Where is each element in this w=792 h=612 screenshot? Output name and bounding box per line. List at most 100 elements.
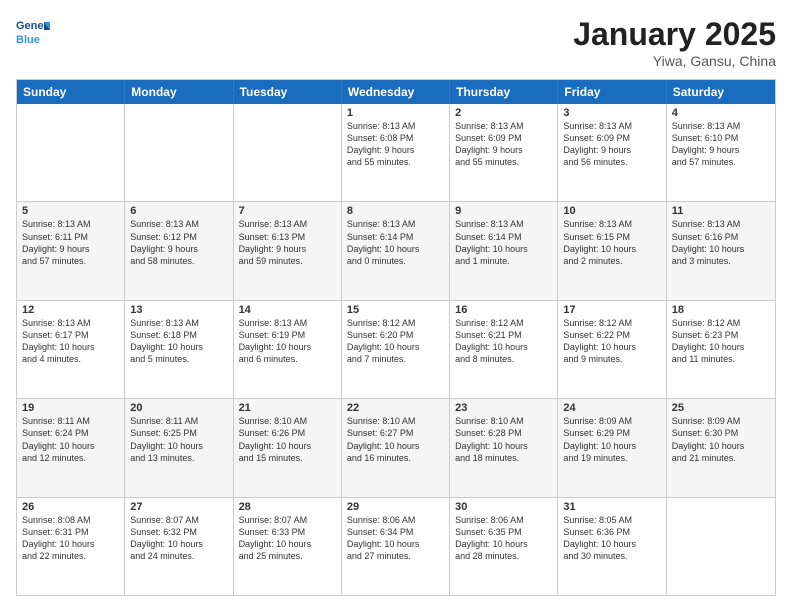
table-row: [125, 104, 233, 201]
table-row: 14Sunrise: 8:13 AM Sunset: 6:19 PM Dayli…: [234, 301, 342, 398]
location: Yiwa, Gansu, China: [573, 53, 776, 69]
day-info: Sunrise: 8:13 AM Sunset: 6:19 PM Dayligh…: [239, 317, 336, 366]
day-info: Sunrise: 8:11 AM Sunset: 6:25 PM Dayligh…: [130, 415, 227, 464]
day-number: 30: [455, 501, 552, 513]
table-row: [234, 104, 342, 201]
day-info: Sunrise: 8:13 AM Sunset: 6:13 PM Dayligh…: [239, 218, 336, 267]
table-row: 20Sunrise: 8:11 AM Sunset: 6:25 PM Dayli…: [125, 399, 233, 496]
day-number: 4: [672, 107, 770, 119]
cal-row-3: 19Sunrise: 8:11 AM Sunset: 6:24 PM Dayli…: [17, 398, 775, 496]
day-info: Sunrise: 8:13 AM Sunset: 6:17 PM Dayligh…: [22, 317, 119, 366]
day-info: Sunrise: 8:12 AM Sunset: 6:20 PM Dayligh…: [347, 317, 444, 366]
day-number: 9: [455, 205, 552, 217]
day-info: Sunrise: 8:13 AM Sunset: 6:14 PM Dayligh…: [455, 218, 552, 267]
day-info: Sunrise: 8:09 AM Sunset: 6:30 PM Dayligh…: [672, 415, 770, 464]
day-number: 3: [563, 107, 660, 119]
day-number: 29: [347, 501, 444, 513]
table-row: 3Sunrise: 8:13 AM Sunset: 6:09 PM Daylig…: [558, 104, 666, 201]
day-info: Sunrise: 8:13 AM Sunset: 6:11 PM Dayligh…: [22, 218, 119, 267]
table-row: 28Sunrise: 8:07 AM Sunset: 6:33 PM Dayli…: [234, 498, 342, 595]
day-info: Sunrise: 8:13 AM Sunset: 6:15 PM Dayligh…: [563, 218, 660, 267]
table-row: 7Sunrise: 8:13 AM Sunset: 6:13 PM Daylig…: [234, 202, 342, 299]
header-monday: Monday: [125, 80, 233, 104]
day-info: Sunrise: 8:13 AM Sunset: 6:16 PM Dayligh…: [672, 218, 770, 267]
day-number: 17: [563, 304, 660, 316]
table-row: 2Sunrise: 8:13 AM Sunset: 6:09 PM Daylig…: [450, 104, 558, 201]
table-row: 22Sunrise: 8:10 AM Sunset: 6:27 PM Dayli…: [342, 399, 450, 496]
day-info: Sunrise: 8:13 AM Sunset: 6:10 PM Dayligh…: [672, 120, 770, 169]
day-number: 26: [22, 501, 119, 513]
logo: General Blue: [16, 16, 50, 50]
day-number: 16: [455, 304, 552, 316]
table-row: 27Sunrise: 8:07 AM Sunset: 6:32 PM Dayli…: [125, 498, 233, 595]
day-number: 8: [347, 205, 444, 217]
day-number: 11: [672, 205, 770, 217]
table-row: 26Sunrise: 8:08 AM Sunset: 6:31 PM Dayli…: [17, 498, 125, 595]
table-row: 13Sunrise: 8:13 AM Sunset: 6:18 PM Dayli…: [125, 301, 233, 398]
day-info: Sunrise: 8:09 AM Sunset: 6:29 PM Dayligh…: [563, 415, 660, 464]
day-number: 25: [672, 402, 770, 414]
day-info: Sunrise: 8:10 AM Sunset: 6:27 PM Dayligh…: [347, 415, 444, 464]
day-info: Sunrise: 8:07 AM Sunset: 6:32 PM Dayligh…: [130, 514, 227, 563]
table-row: 8Sunrise: 8:13 AM Sunset: 6:14 PM Daylig…: [342, 202, 450, 299]
day-info: Sunrise: 8:06 AM Sunset: 6:34 PM Dayligh…: [347, 514, 444, 563]
table-row: 30Sunrise: 8:06 AM Sunset: 6:35 PM Dayli…: [450, 498, 558, 595]
day-number: 6: [130, 205, 227, 217]
table-row: 5Sunrise: 8:13 AM Sunset: 6:11 PM Daylig…: [17, 202, 125, 299]
day-number: 28: [239, 501, 336, 513]
day-number: 10: [563, 205, 660, 217]
table-row: 17Sunrise: 8:12 AM Sunset: 6:22 PM Dayli…: [558, 301, 666, 398]
day-number: 31: [563, 501, 660, 513]
table-row: 24Sunrise: 8:09 AM Sunset: 6:29 PM Dayli…: [558, 399, 666, 496]
day-info: Sunrise: 8:13 AM Sunset: 6:08 PM Dayligh…: [347, 120, 444, 169]
day-info: Sunrise: 8:05 AM Sunset: 6:36 PM Dayligh…: [563, 514, 660, 563]
day-info: Sunrise: 8:12 AM Sunset: 6:21 PM Dayligh…: [455, 317, 552, 366]
day-number: 2: [455, 107, 552, 119]
calendar: Sunday Monday Tuesday Wednesday Thursday…: [16, 79, 776, 596]
month-title: January 2025: [573, 16, 776, 53]
table-row: 25Sunrise: 8:09 AM Sunset: 6:30 PM Dayli…: [667, 399, 775, 496]
day-info: Sunrise: 8:11 AM Sunset: 6:24 PM Dayligh…: [22, 415, 119, 464]
cal-row-1: 5Sunrise: 8:13 AM Sunset: 6:11 PM Daylig…: [17, 201, 775, 299]
day-info: Sunrise: 8:10 AM Sunset: 6:28 PM Dayligh…: [455, 415, 552, 464]
table-row: 6Sunrise: 8:13 AM Sunset: 6:12 PM Daylig…: [125, 202, 233, 299]
day-info: Sunrise: 8:13 AM Sunset: 6:18 PM Dayligh…: [130, 317, 227, 366]
header-thursday: Thursday: [450, 80, 558, 104]
page: General Blue January 2025 Yiwa, Gansu, C…: [0, 0, 792, 612]
table-row: 29Sunrise: 8:06 AM Sunset: 6:34 PM Dayli…: [342, 498, 450, 595]
cal-row-4: 26Sunrise: 8:08 AM Sunset: 6:31 PM Dayli…: [17, 497, 775, 595]
header-friday: Friday: [558, 80, 666, 104]
table-row: 19Sunrise: 8:11 AM Sunset: 6:24 PM Dayli…: [17, 399, 125, 496]
day-info: Sunrise: 8:13 AM Sunset: 6:09 PM Dayligh…: [455, 120, 552, 169]
day-number: 1: [347, 107, 444, 119]
header-wednesday: Wednesday: [342, 80, 450, 104]
day-number: 14: [239, 304, 336, 316]
header-saturday: Saturday: [667, 80, 775, 104]
day-info: Sunrise: 8:08 AM Sunset: 6:31 PM Dayligh…: [22, 514, 119, 563]
day-number: 15: [347, 304, 444, 316]
day-number: 5: [22, 205, 119, 217]
table-row: 12Sunrise: 8:13 AM Sunset: 6:17 PM Dayli…: [17, 301, 125, 398]
table-row: 10Sunrise: 8:13 AM Sunset: 6:15 PM Dayli…: [558, 202, 666, 299]
logo-svg: General Blue: [16, 16, 50, 50]
day-info: Sunrise: 8:13 AM Sunset: 6:12 PM Dayligh…: [130, 218, 227, 267]
title-block: January 2025 Yiwa, Gansu, China: [573, 16, 776, 69]
table-row: 16Sunrise: 8:12 AM Sunset: 6:21 PM Dayli…: [450, 301, 558, 398]
table-row: 9Sunrise: 8:13 AM Sunset: 6:14 PM Daylig…: [450, 202, 558, 299]
day-number: 21: [239, 402, 336, 414]
day-number: 23: [455, 402, 552, 414]
day-info: Sunrise: 8:06 AM Sunset: 6:35 PM Dayligh…: [455, 514, 552, 563]
table-row: 21Sunrise: 8:10 AM Sunset: 6:26 PM Dayli…: [234, 399, 342, 496]
cal-row-0: 1Sunrise: 8:13 AM Sunset: 6:08 PM Daylig…: [17, 104, 775, 201]
day-info: Sunrise: 8:13 AM Sunset: 6:09 PM Dayligh…: [563, 120, 660, 169]
table-row: [667, 498, 775, 595]
table-row: 31Sunrise: 8:05 AM Sunset: 6:36 PM Dayli…: [558, 498, 666, 595]
day-info: Sunrise: 8:07 AM Sunset: 6:33 PM Dayligh…: [239, 514, 336, 563]
table-row: 1Sunrise: 8:13 AM Sunset: 6:08 PM Daylig…: [342, 104, 450, 201]
table-row: 15Sunrise: 8:12 AM Sunset: 6:20 PM Dayli…: [342, 301, 450, 398]
table-row: 11Sunrise: 8:13 AM Sunset: 6:16 PM Dayli…: [667, 202, 775, 299]
day-number: 22: [347, 402, 444, 414]
header: General Blue January 2025 Yiwa, Gansu, C…: [16, 16, 776, 69]
day-info: Sunrise: 8:12 AM Sunset: 6:23 PM Dayligh…: [672, 317, 770, 366]
day-number: 13: [130, 304, 227, 316]
